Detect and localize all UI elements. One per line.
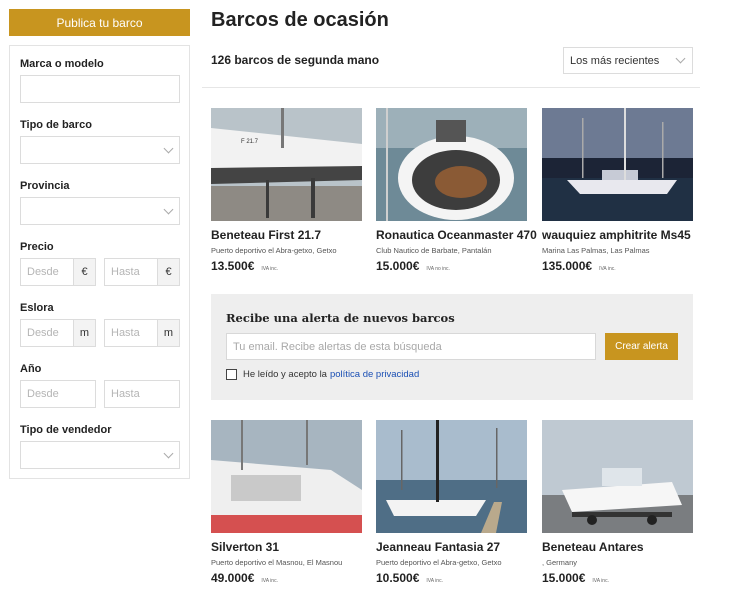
vat-note: IVA inc. xyxy=(592,578,609,584)
listing-card[interactable]: wauquiez amphitrite Ms45 Marina Las Palm… xyxy=(542,108,693,273)
listing-title[interactable]: Jeanneau Fantasia 27 xyxy=(376,540,527,554)
listing-title[interactable]: wauquiez amphitrite Ms45 xyxy=(542,228,693,242)
filter-year: Año xyxy=(20,363,181,408)
currency-unit: € xyxy=(73,259,95,285)
listing-location: Puerto deportivo el Masnou, El Masnou xyxy=(211,558,343,567)
filter-seller-type: Tipo de vendedor xyxy=(20,424,181,469)
vat-note: IVA inc. xyxy=(426,578,443,584)
price-row: 49.000€ IVA inc. xyxy=(211,571,362,585)
filter-label: Eslora xyxy=(20,302,54,314)
brand-input-wrapper xyxy=(20,75,180,103)
listing-title[interactable]: Silverton 31 xyxy=(211,540,362,554)
listing-price: 13.500€ xyxy=(211,259,255,273)
page-title: Barcos de ocasión xyxy=(211,9,389,31)
alert-email-input[interactable] xyxy=(226,333,596,360)
boat-photo[interactable] xyxy=(211,420,362,533)
sort-select[interactable]: Los más recientes xyxy=(563,47,693,74)
listing-price: 10.500€ xyxy=(376,571,420,585)
listing-location: Club Nautico de Barbate, Pantalán xyxy=(376,246,492,255)
vat-note: IVA inc. xyxy=(261,266,278,272)
listing-location: Puerto deportivo el Abra-getxo, Getxo xyxy=(376,558,502,567)
divider xyxy=(202,87,700,88)
listing-location: , Germany xyxy=(542,558,578,567)
filter-label: Año xyxy=(20,363,42,375)
listing-card[interactable]: F 21.7 Beneteau First 21.7 Puerto deport… xyxy=(211,108,362,273)
boat-photo[interactable] xyxy=(376,108,527,221)
chevron-down-icon xyxy=(163,448,174,459)
listing-card[interactable]: Beneteau Antares , Germany 15.000€ IVA i… xyxy=(542,420,693,585)
filter-label: Tipo de barco xyxy=(20,119,92,131)
price-row: 15.000€ IVA inc. xyxy=(542,571,693,585)
year-to-wrapper xyxy=(104,380,180,408)
vat-note: IVA no inc. xyxy=(426,266,450,272)
create-alert-button[interactable]: Crear alerta xyxy=(605,333,678,360)
price-from-input[interactable] xyxy=(21,259,73,285)
boat-type-select[interactable] xyxy=(20,136,180,164)
listing-location: Puerto deportivo el Abra-getxo, Getxo xyxy=(211,246,337,255)
boat-photo[interactable] xyxy=(542,108,693,221)
price-row: 10.500€ IVA inc. xyxy=(376,571,527,585)
privacy-checkbox[interactable] xyxy=(226,369,237,380)
length-to-wrapper: m xyxy=(104,319,180,347)
listing-price: 15.000€ xyxy=(376,259,420,273)
listing-location: Marina Las Palmas, Las Palmas xyxy=(542,246,650,255)
listing-price: 15.000€ xyxy=(542,571,586,585)
publish-boat-button[interactable]: Publica tu barco xyxy=(9,9,190,36)
price-to-wrapper: € xyxy=(104,258,180,286)
filter-boat-type: Tipo de barco xyxy=(20,119,181,164)
vat-note: IVA inc. xyxy=(599,266,616,272)
price-from-wrapper: € xyxy=(20,258,96,286)
search-alert-box: Recibe una alerta de nuevos barcos Crear… xyxy=(211,294,693,400)
meter-unit: m xyxy=(73,320,95,346)
filter-label: Precio xyxy=(20,241,54,253)
length-to-input[interactable] xyxy=(105,320,157,346)
listing-card[interactable]: Silverton 31 Puerto deportivo el Masnou,… xyxy=(211,420,362,585)
boat-photo[interactable]: F 21.7 xyxy=(211,108,362,221)
vat-note: IVA inc. xyxy=(261,578,278,584)
boat-photo[interactable] xyxy=(376,420,527,533)
province-select[interactable] xyxy=(20,197,180,225)
listing-title[interactable]: Beneteau First 21.7 xyxy=(211,228,362,242)
listing-title[interactable]: Ronautica Oceanmaster 470 xyxy=(376,228,537,242)
alert-title: Recibe una alerta de nuevos barcos xyxy=(226,311,455,325)
filter-length: Eslora m m xyxy=(20,302,181,347)
sort-value: Los más recientes xyxy=(570,54,660,67)
filter-label: Tipo de vendedor xyxy=(20,424,112,436)
filter-sidebar: Marca o modelo Tipo de barco Provincia P… xyxy=(9,45,190,479)
listing-card[interactable]: Jeanneau Fantasia 27 Puerto deportivo el… xyxy=(376,420,527,585)
price-to-input[interactable] xyxy=(105,259,157,285)
listing-card[interactable]: Ronautica Oceanmaster 470 Club Nautico d… xyxy=(376,108,537,273)
filter-province: Provincia xyxy=(20,180,181,225)
price-row: 15.000€ IVA no inc. xyxy=(376,259,527,273)
filter-label: Provincia xyxy=(20,180,70,192)
currency-unit: € xyxy=(157,259,179,285)
results-count: 126 barcos de segunda mano xyxy=(211,53,380,67)
price-row: 13.500€ IVA inc. xyxy=(211,259,362,273)
consent-text: He leído y acepto la xyxy=(243,369,327,380)
meter-unit: m xyxy=(157,320,179,346)
chevron-down-icon xyxy=(675,53,686,64)
year-from-wrapper xyxy=(20,380,96,408)
seller-type-select[interactable] xyxy=(20,441,180,469)
privacy-consent: He leído y acepto la política de privaci… xyxy=(226,369,419,380)
listing-title[interactable]: Beneteau Antares xyxy=(542,540,693,554)
chevron-down-icon xyxy=(163,204,174,215)
year-to-input[interactable] xyxy=(105,381,179,407)
privacy-policy-link[interactable]: política de privacidad xyxy=(330,369,419,380)
length-from-input[interactable] xyxy=(21,320,73,346)
filter-label: Marca o modelo xyxy=(20,58,104,70)
brand-input[interactable] xyxy=(21,76,179,102)
boat-photo[interactable] xyxy=(542,420,693,533)
year-from-input[interactable] xyxy=(21,381,95,407)
filter-price: Precio € € xyxy=(20,241,181,286)
chevron-down-icon xyxy=(163,143,174,154)
price-row: 135.000€ IVA inc. xyxy=(542,259,693,273)
length-from-wrapper: m xyxy=(20,319,96,347)
listing-price: 49.000€ xyxy=(211,571,255,585)
listing-price: 135.000€ xyxy=(542,259,593,273)
filter-brand: Marca o modelo xyxy=(20,58,181,103)
svg-text:F 21.7: F 21.7 xyxy=(241,139,259,145)
